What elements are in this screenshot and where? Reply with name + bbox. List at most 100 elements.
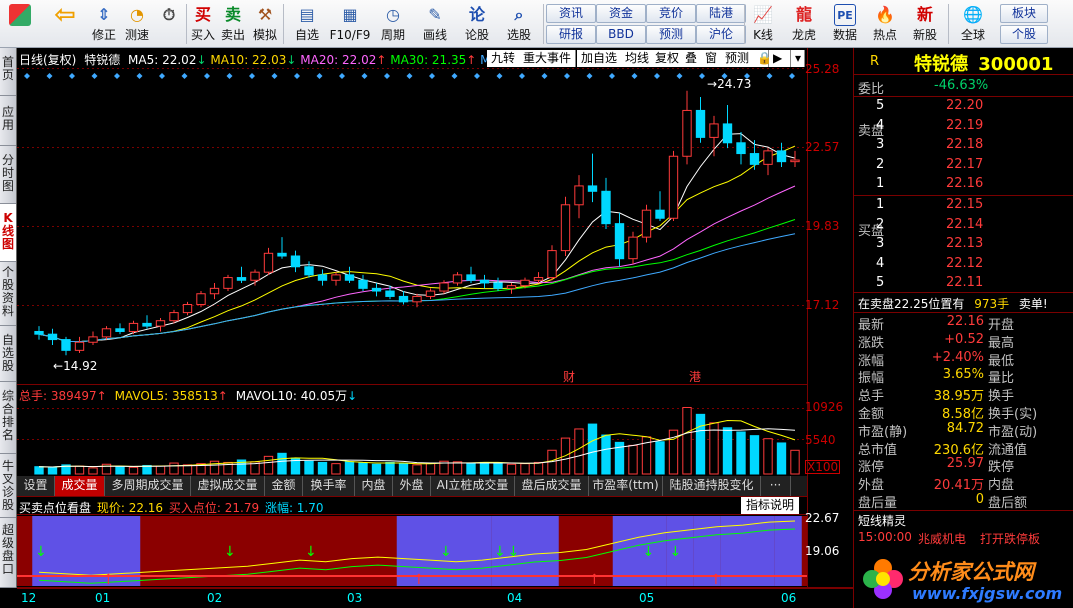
news-button[interactable]: 资讯	[546, 4, 596, 23]
global-button[interactable]: 🌐 全球	[950, 2, 996, 46]
menu-down-icon[interactable]: ▾	[791, 50, 805, 67]
tab-amount[interactable]: 金额	[265, 476, 303, 496]
major-event-button[interactable]: 重大事件	[519, 50, 577, 67]
sprite-stock[interactable]: 兆威机电	[918, 530, 966, 547]
hotspot-button[interactable]: 🔥 热点	[866, 2, 904, 46]
sell-price: 22.17	[946, 156, 984, 172]
sell-button[interactable]: 卖 卖出	[218, 2, 248, 46]
dragon-label: 龙虎	[791, 28, 816, 42]
tab-after-hours-volume[interactable]: 盘后成交量	[515, 476, 589, 496]
tab-ranking[interactable]: 综合排名	[0, 382, 16, 454]
divider	[854, 292, 1073, 293]
sector-button[interactable]: 板块	[1000, 4, 1048, 23]
add-watchlist-button[interactable]: 加自选	[577, 50, 623, 67]
speed-button[interactable]: ◔ 测速	[120, 2, 154, 46]
buy-level: 3	[876, 236, 885, 251]
volume-bar	[655, 441, 665, 475]
simulate-button[interactable]: ⚒ 模拟	[250, 2, 280, 46]
back-button[interactable]: ⇦	[48, 2, 82, 46]
volume-bar	[412, 464, 422, 475]
watchlist-button[interactable]: ▤ 自选	[288, 2, 326, 46]
fix-button[interactable]: ⇕ 修正	[88, 2, 120, 46]
kline-button[interactable]: 📈 K线	[746, 2, 780, 46]
f10-button[interactable]: ▦ F10/F9	[328, 2, 372, 46]
hk-event-mark[interactable]: 港	[689, 368, 701, 385]
tab-timeshare[interactable]: 分时图	[0, 146, 16, 204]
forecast-button[interactable]: 预测	[646, 25, 696, 44]
research-button[interactable]: 研报	[546, 25, 596, 44]
sell-level: 4	[876, 117, 885, 133]
stat-value: 25.97	[946, 456, 984, 472]
clock-test-button[interactable]: ⏱	[152, 2, 186, 46]
search-icon: ⌕	[514, 5, 524, 24]
tab-pe-ttm[interactable]: 市盈率(ttm)	[589, 476, 663, 496]
tab-super-level[interactable]: 超级盘口	[0, 518, 16, 588]
sell-arrow: ↓	[508, 544, 520, 560]
tab-more[interactable]: ···	[761, 476, 791, 496]
indicator-help-button[interactable]: 指标说明	[741, 497, 799, 514]
period-button[interactable]: ◷ 周期	[374, 2, 412, 46]
tab-home[interactable]: 首页	[0, 48, 16, 96]
date-tick: 12	[21, 591, 37, 605]
shanghai-london-button[interactable]: 沪伦	[696, 25, 746, 44]
tab-northbound-holdings[interactable]: 陆股通持股变化	[663, 476, 761, 496]
volume-bar	[790, 449, 800, 475]
draw-button[interactable]: ✎ 画线	[416, 2, 454, 46]
dragon-tiger-button[interactable]: 龍 龙虎	[786, 2, 822, 46]
candle-body	[520, 279, 530, 287]
toolbar-grid[interactable]	[4, 2, 36, 46]
volume-axis-top: 10926	[805, 400, 844, 414]
candle-body	[169, 312, 179, 322]
forecast-chart-button[interactable]: 预测	[721, 50, 755, 67]
volume-bar	[452, 461, 463, 475]
bbd-button[interactable]: BBD	[596, 25, 646, 44]
tab-multi-period-volume[interactable]: 多周期成交量	[105, 476, 191, 496]
hk-connect-button[interactable]: 陆港	[696, 4, 746, 23]
sell-level: 1	[876, 176, 885, 191]
total-volume-arrow: ↑	[96, 389, 107, 403]
grid-icon	[9, 4, 31, 26]
candle-body	[736, 142, 746, 155]
main-toolbar: ⇦ ⇕ 修正 ◔ 测速 ⏱ 买 买入 卖 卖出 ⚒ 模拟 ▤ 自选 ▦ F10/…	[0, 0, 1073, 48]
tab-apps[interactable]: 应用	[0, 96, 16, 146]
new-stock-label: 新股	[912, 28, 937, 42]
date-tick: 02	[207, 591, 223, 605]
tab-settings[interactable]: 设置	[17, 476, 55, 496]
candle-body	[74, 341, 85, 351]
funds-button[interactable]: 资金	[596, 4, 646, 23]
tab-ai-volume[interactable]: AI立桩成交量	[431, 476, 515, 496]
tab-inner[interactable]: 内盘	[355, 476, 393, 496]
tab-virtual-volume[interactable]: 虚拟成交量	[191, 476, 265, 496]
tab-outer[interactable]: 外盘	[393, 476, 431, 496]
sprite-title[interactable]: 短线精灵	[858, 512, 906, 529]
tab-stock-info[interactable]: 个股资料	[0, 262, 16, 326]
new-stock-button[interactable]: 新 新股	[906, 2, 944, 46]
tab-kline[interactable]: K线图	[0, 204, 16, 262]
buy-button[interactable]: 买 买入	[188, 2, 218, 46]
volume-bar	[277, 452, 287, 475]
finance-event-mark[interactable]: 财	[563, 368, 575, 385]
tab-watchlist[interactable]: 自选股	[0, 326, 16, 382]
tab-volume[interactable]: 成交量	[55, 476, 105, 496]
volume-header: 总手: 389497↑ MAVOL5: 358513↑ MAVOL10: 40.…	[19, 387, 357, 404]
next-icon[interactable]: ▶	[769, 50, 791, 67]
sell-arrow: ↓	[305, 544, 317, 560]
tab-turnover[interactable]: 换手率	[303, 476, 355, 496]
data-button[interactable]: PE 数据	[826, 2, 864, 46]
volume-bar	[398, 463, 409, 475]
candle-body	[358, 279, 368, 289]
f10-icon: ▦	[342, 5, 358, 24]
price-axis-top: 25.28	[805, 62, 840, 76]
lock-icon[interactable]: 🔒	[753, 50, 772, 67]
adjust-button[interactable]: 复权	[651, 50, 685, 67]
window-button[interactable]: 窗	[701, 50, 723, 67]
ma-button[interactable]: 均线	[621, 50, 655, 67]
discuss-button[interactable]: 论 论股	[460, 2, 494, 46]
nine-turn-button[interactable]: 九转	[487, 50, 521, 67]
auction-button[interactable]: 竞价	[646, 4, 696, 23]
tab-diagnosis[interactable]: 牛叉诊股	[0, 454, 16, 518]
overlay-button[interactable]: 叠	[681, 50, 703, 67]
stock-button[interactable]: 个股	[1000, 25, 1048, 44]
screener-button[interactable]: ⌕ 选股	[500, 2, 538, 46]
r-mark: R	[870, 54, 880, 69]
